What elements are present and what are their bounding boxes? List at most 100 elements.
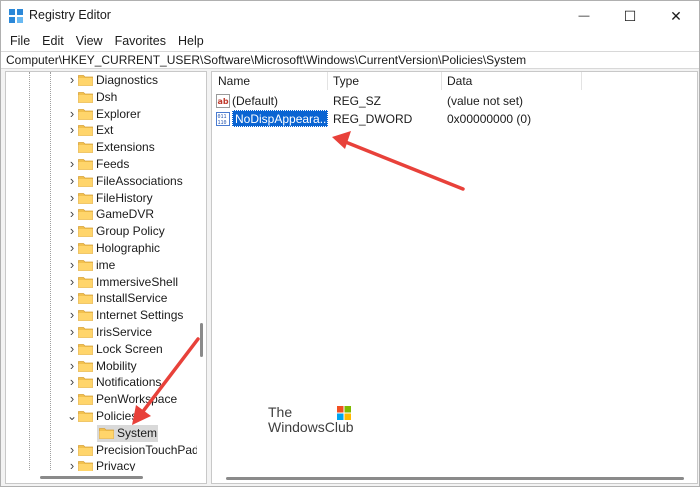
folder-icon	[78, 343, 93, 355]
chevron-right-icon[interactable]: ›	[67, 258, 77, 271]
column-divider[interactable]	[441, 72, 442, 90]
thewindowsclub-watermark: The WindowsClub	[268, 404, 358, 438]
value-type: REG_SZ	[333, 94, 382, 108]
folder-icon	[78, 327, 93, 338]
column-header-data[interactable]: Data	[447, 74, 472, 88]
tree-item-fileassociations[interactable]: › FileAssociations	[6, 173, 196, 190]
maximize-button[interactable]: ☐	[607, 1, 653, 31]
tree-item-label: ImmersiveShell	[96, 274, 179, 289]
tree-item-filehistory[interactable]: › FileHistory	[6, 190, 196, 207]
tree-horizontal-scrollbar[interactable]	[6, 471, 206, 483]
tree-item-label: InstallService	[96, 291, 168, 306]
column-header-type[interactable]: Type	[333, 74, 359, 88]
tree-item-dsh[interactable]: Dsh	[6, 89, 196, 106]
tree-item-label: Dsh	[96, 89, 118, 104]
chevron-right-icon[interactable]: ›	[67, 241, 77, 254]
chevron-right-icon[interactable]: ›	[67, 342, 77, 355]
close-icon: ✕	[670, 7, 682, 24]
tree-item-label: GameDVR	[96, 207, 155, 222]
tree-item-label: PenWorkspace	[96, 392, 178, 407]
folder-icon	[78, 276, 93, 288]
chevron-right-icon[interactable]: ›	[67, 224, 77, 237]
title-bar[interactable]: Registry Editor — ☐ ✕	[1, 1, 699, 31]
chevron-right-icon[interactable]: ›	[67, 207, 77, 220]
chevron-right-icon[interactable]: ›	[67, 325, 77, 338]
tree-item-system[interactable]: System	[6, 424, 196, 442]
tree-item-internet-settings[interactable]: › Internet Settings	[6, 307, 196, 324]
tree-item-policies[interactable]: ⌄ Policies	[6, 408, 196, 425]
chevron-right-icon[interactable]: ›	[67, 191, 77, 204]
list-horizontal-scroll-thumb[interactable]	[226, 477, 684, 480]
tree-item-group-policy[interactable]: › Group Policy	[6, 223, 196, 240]
list-row-default[interactable]: ab (Default) REG_SZ (value not set)	[212, 92, 697, 110]
tree-item-feeds[interactable]: › Feeds	[6, 156, 196, 173]
tree-item-penworkspace[interactable]: › PenWorkspace	[6, 391, 196, 408]
tree-item-irisservice[interactable]: › IrisService	[6, 324, 196, 341]
menu-view[interactable]: View	[70, 31, 109, 51]
folder-icon	[78, 192, 93, 204]
tree-item-explorer[interactable]: › Explorer	[6, 106, 196, 123]
chevron-right-icon[interactable]: ›	[67, 359, 77, 372]
menu-favorites[interactable]: Favorites	[109, 31, 172, 51]
chevron-right-icon[interactable]: ›	[67, 123, 77, 136]
menu-edit[interactable]: Edit	[36, 31, 70, 51]
chevron-right-icon[interactable]: ›	[67, 308, 77, 321]
tree-item-extensions[interactable]: Extensions	[6, 139, 196, 156]
tree-item-label: Lock Screen	[96, 341, 163, 356]
folder-icon	[78, 125, 93, 137]
tree-vertical-scroll-thumb[interactable]	[200, 323, 203, 357]
value-data: 0x00000000 (0)	[447, 112, 532, 126]
watermark-line-1: The	[268, 404, 293, 420]
tree-item-installservice[interactable]: › InstallService	[6, 290, 196, 307]
chevron-right-icon[interactable]: ›	[67, 157, 77, 170]
maximize-icon: ☐	[623, 7, 637, 24]
tree-item-diagnostics[interactable]: › Diagnostics	[6, 72, 196, 89]
tree-item-label: Policies	[96, 409, 138, 423]
chevron-right-icon[interactable]: ›	[67, 73, 77, 86]
chevron-down-icon[interactable]: ⌄	[67, 410, 77, 422]
tree-item-ime[interactable]: › ime	[6, 257, 196, 274]
tree-item-label: Explorer	[96, 106, 141, 121]
tree-item-label: Extensions	[96, 140, 155, 155]
tree-item-ext[interactable]: › Ext	[6, 122, 196, 139]
chevron-right-icon[interactable]: ›	[67, 107, 77, 120]
key-tree-pane[interactable]: › Diagnostics Dsh › Explorer › Ext Extensions › F…	[5, 71, 207, 484]
address-path: Computer\HKEY_CURRENT_USER\Software\Micr…	[6, 53, 527, 67]
tree-item-notifications[interactable]: › Notifications	[6, 374, 196, 391]
chevron-right-icon[interactable]: ›	[67, 392, 77, 405]
tree-item-precisiontouchpad[interactable]: › PrecisionTouchPad	[6, 442, 199, 459]
registry-editor-app-icon	[9, 9, 23, 23]
value-name: NoDispAppeara...	[235, 112, 330, 126]
tree-item-holographic[interactable]: › Holographic	[6, 240, 196, 257]
menu-file[interactable]: File	[4, 31, 36, 51]
tree-item-label: Group Policy	[96, 224, 165, 239]
binary-value-icon: 011 110	[216, 112, 230, 126]
menu-help[interactable]: Help	[172, 31, 210, 51]
address-bar[interactable]: Computer\HKEY_CURRENT_USER\Software\Micr…	[1, 51, 699, 69]
tree-vertical-scrollbar[interactable]	[197, 72, 206, 470]
minimize-button[interactable]: —	[561, 1, 607, 31]
chevron-right-icon[interactable]: ›	[67, 275, 77, 288]
watermark-line-2: WindowsClub	[268, 419, 354, 435]
chevron-right-icon[interactable]: ›	[67, 174, 77, 187]
tree-horizontal-scroll-thumb[interactable]	[40, 476, 143, 479]
column-divider[interactable]	[327, 72, 328, 90]
tree-item-label: Notifications	[96, 375, 162, 390]
tree-item-immersiveshell[interactable]: › ImmersiveShell	[6, 274, 196, 291]
column-header-name[interactable]: Name	[218, 74, 250, 88]
tree-item-label: Mobility	[96, 358, 137, 373]
tree-item-gamedvr[interactable]: › GameDVR	[6, 206, 196, 223]
folder-icon	[78, 310, 93, 322]
column-divider[interactable]	[581, 72, 582, 90]
close-button[interactable]: ✕	[653, 1, 699, 31]
tree-item-lock-screen[interactable]: › Lock Screen	[6, 341, 196, 358]
chevron-right-icon[interactable]: ›	[67, 291, 77, 304]
list-row-nodispappearance[interactable]: 011 110 NoDispAppeara... REG_DWORD 0x000…	[212, 110, 697, 128]
list-horizontal-scrollbar[interactable]	[212, 472, 697, 483]
chevron-right-icon[interactable]: ›	[67, 443, 77, 456]
chevron-right-icon[interactable]: ›	[67, 375, 77, 388]
tree-item-mobility[interactable]: › Mobility	[6, 358, 196, 375]
selected-value-name[interactable]: NoDispAppeara...	[232, 110, 330, 127]
folder-icon	[78, 175, 93, 187]
folder-icon	[78, 108, 93, 120]
